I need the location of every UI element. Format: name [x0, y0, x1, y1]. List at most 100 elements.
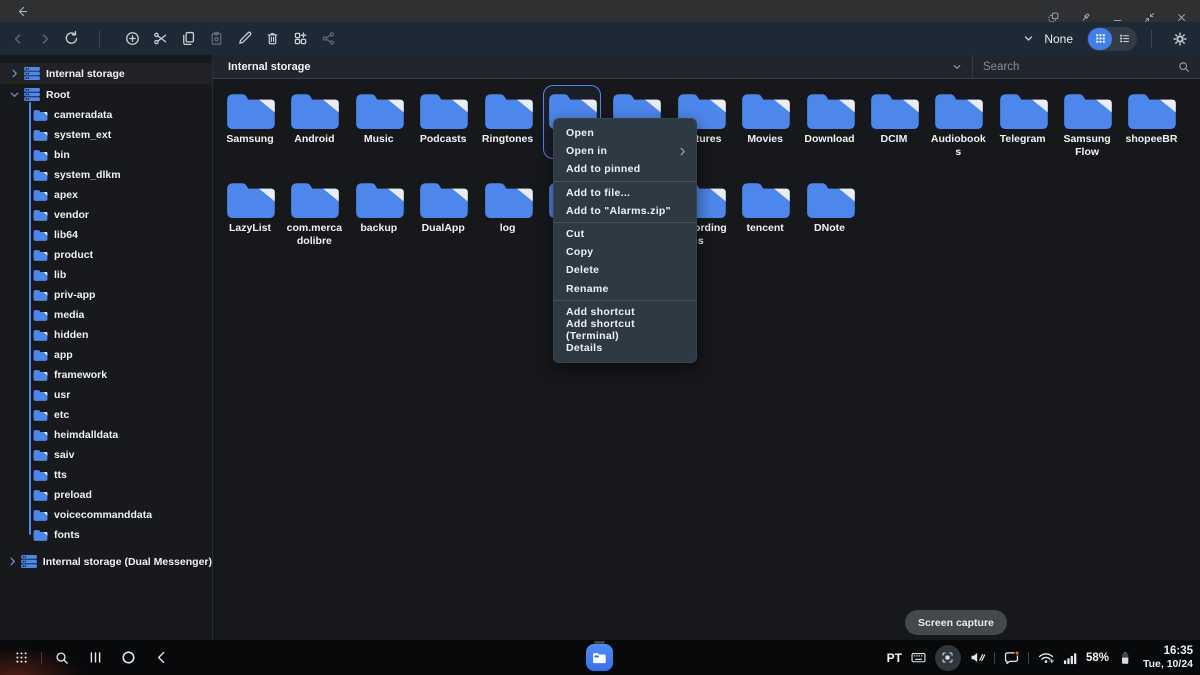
wifi-icon[interactable] — [1037, 649, 1055, 667]
grid-add-icon[interactable] — [286, 25, 314, 53]
sidebar-folder-item[interactable]: media — [0, 305, 212, 325]
menu-item-label: Open — [566, 127, 594, 139]
sidebar-folder-item[interactable]: lib — [0, 265, 212, 285]
add-circle-icon[interactable] — [118, 25, 146, 53]
chevron-right-icon[interactable] — [8, 69, 21, 78]
sidebar-folder-item[interactable]: product — [0, 245, 212, 265]
back-arrow-icon[interactable] — [10, 1, 34, 21]
folder-tile[interactable]: com.mercadolibre — [285, 174, 343, 248]
keyboard-icon[interactable] — [910, 649, 927, 666]
context-menu-item[interactable]: Copy — [554, 243, 696, 261]
popup-view-icon[interactable] — [1041, 8, 1065, 28]
folder-tile[interactable]: Telegram — [994, 85, 1052, 159]
sidebar-folder-item[interactable]: lib64 — [0, 225, 212, 245]
sidebar-folder-item[interactable]: vendor — [0, 205, 212, 225]
folder-tile[interactable]: Samsung — [221, 85, 279, 159]
edit-icon[interactable] — [230, 25, 258, 53]
apps-grid-icon[interactable] — [8, 644, 34, 672]
back-icon[interactable] — [4, 25, 31, 53]
delete-icon[interactable] — [258, 25, 286, 53]
chevron-down-icon[interactable] — [1015, 25, 1042, 53]
sidebar-folder-item[interactable]: system_dlkm — [0, 165, 212, 185]
folder-tile[interactable]: Android — [285, 85, 343, 159]
context-menu-item[interactable]: Delete — [554, 261, 696, 279]
folder-tile[interactable]: tencent — [736, 174, 794, 248]
context-menu-item[interactable]: Details — [554, 339, 696, 357]
folder-tile[interactable]: Audiobooks — [929, 85, 987, 159]
folder-tile[interactable]: shopeeBR — [1122, 85, 1180, 159]
folder-tile[interactable]: backup — [350, 174, 408, 248]
folder-tile[interactable]: DNote — [801, 174, 859, 248]
sidebar-folder-item[interactable]: preload — [0, 485, 212, 505]
home-icon[interactable] — [115, 644, 141, 672]
folder-name: tencent — [746, 222, 783, 235]
sidebar-folder-item[interactable]: voicecommanddata — [0, 505, 212, 525]
forward-icon[interactable] — [31, 25, 58, 53]
sidebar-folder-item[interactable]: system_ext — [0, 125, 212, 145]
clock[interactable]: 16:35 Tue, 10/24 — [1143, 645, 1193, 670]
breadcrumb[interactable]: Internal storage — [228, 61, 311, 73]
context-menu-item[interactable]: Cut — [554, 225, 696, 243]
folder-tile[interactable]: Download — [801, 85, 859, 159]
sidebar-folder-item[interactable]: fonts — [0, 525, 212, 545]
tree-child-label: usr — [54, 389, 70, 401]
search-input[interactable]: Search — [973, 55, 1200, 78]
menu-separator — [554, 181, 696, 182]
folder-tile[interactable]: DCIM — [865, 85, 923, 159]
screen-capture-icon[interactable] — [935, 645, 961, 671]
sidebar-folder-item[interactable]: app — [0, 345, 212, 365]
folder-icon — [1062, 89, 1112, 129]
context-menu-item[interactable]: Open — [554, 124, 696, 142]
refresh-icon[interactable] — [58, 25, 85, 53]
sidebar-folder-item[interactable]: hidden — [0, 325, 212, 345]
folder-tile[interactable]: Movies — [736, 85, 794, 159]
menu-separator — [554, 222, 696, 223]
sidebar-folder-item[interactable]: usr — [0, 385, 212, 405]
muted-speaker-icon[interactable] — [969, 649, 986, 666]
sidebar-folder-item[interactable]: priv-app — [0, 285, 212, 305]
sidebar-folder-item[interactable]: tts — [0, 465, 212, 485]
sidebar-folder-item[interactable]: heimdalldata — [0, 425, 212, 445]
sidebar-folder-item[interactable]: framework — [0, 365, 212, 385]
folder-tile[interactable]: LazyList — [221, 174, 279, 248]
sidebar-folder-item[interactable]: cameradata — [0, 105, 212, 125]
sidebar-item-root[interactable]: Root — [0, 84, 212, 105]
folder-tile[interactable]: Music — [350, 85, 408, 159]
chevron-down-icon[interactable] — [8, 90, 21, 99]
folder-icon — [33, 229, 48, 241]
minimize-icon[interactable] — [1105, 8, 1129, 28]
sidebar-folder-item[interactable]: bin — [0, 145, 212, 165]
cut-icon[interactable] — [146, 25, 174, 53]
sidebar-folder-item[interactable]: saiv — [0, 445, 212, 465]
recents-icon[interactable] — [82, 644, 108, 672]
my-files-app-icon[interactable] — [586, 644, 613, 671]
close-icon[interactable] — [1169, 8, 1193, 28]
folder-tile[interactable]: DualApp — [414, 174, 472, 248]
folder-tile[interactable]: Ringtones — [479, 85, 537, 159]
context-menu-item[interactable]: Add shortcut (Terminal) — [554, 321, 696, 339]
folder-tile[interactable]: Samsung Flow — [1058, 85, 1116, 159]
screen-capture-toast[interactable]: Screen capture — [905, 610, 1007, 635]
toolbar-divider — [99, 30, 100, 48]
folder-tile[interactable]: Podcasts — [414, 85, 472, 159]
search-icon[interactable] — [1177, 60, 1191, 74]
chevron-right-icon[interactable] — [8, 557, 18, 566]
context-menu-item[interactable]: Add to pinned — [554, 160, 696, 178]
context-menu-item[interactable]: Add to file... — [554, 184, 696, 202]
language-indicator[interactable]: PT — [887, 651, 902, 665]
back-icon[interactable] — [148, 644, 174, 672]
exit-maximize-icon[interactable] — [1137, 8, 1161, 28]
context-menu-item[interactable]: Open in — [554, 142, 696, 160]
sidebar-item-internal-storage[interactable]: Internal storage — [0, 63, 212, 84]
notifications-icon[interactable] — [1003, 649, 1020, 666]
path-dropdown-chevron-icon[interactable] — [950, 60, 972, 74]
context-menu-item[interactable]: Add to "Alarms.zip" — [554, 202, 696, 220]
pin-icon[interactable] — [1073, 8, 1097, 28]
folder-tile[interactable]: log — [479, 174, 537, 248]
copy-icon[interactable] — [174, 25, 202, 53]
sidebar-folder-item[interactable]: apex — [0, 185, 212, 205]
sidebar-item-internal-storage-dual[interactable]: Internal storage (Dual Messenger) — [0, 551, 212, 572]
search-icon[interactable] — [49, 644, 75, 672]
context-menu-item[interactable]: Rename — [554, 280, 696, 298]
sidebar-folder-item[interactable]: etc — [0, 405, 212, 425]
